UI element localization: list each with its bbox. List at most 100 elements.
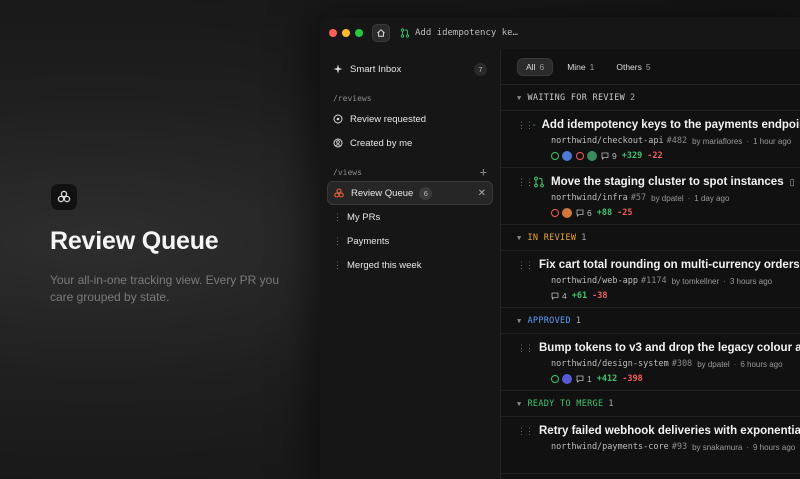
filter-count: 1 [589, 61, 595, 72]
drag-handle-icon[interactable]: ⋮⋮ [517, 426, 534, 437]
sidebar-item-smart-inbox[interactable]: Smart Inbox 7 [327, 57, 493, 81]
separator: · [746, 136, 749, 146]
group-label: WAITING FOR REVIEW [527, 92, 626, 103]
pr-repo: northwind/web-app [551, 276, 638, 286]
filter-label: Mine [567, 61, 586, 72]
close-view-icon[interactable]: ✕ [478, 188, 486, 199]
filter-mine[interactable]: Mine 1 [559, 59, 602, 75]
filter-others[interactable]: Others 5 [608, 59, 658, 75]
sidebar-item-review-requested[interactable]: Review requested [327, 107, 493, 131]
pr-title: Add idempotency keys to the payments end… [541, 119, 800, 131]
app-window: Add idempotency ke… Smart Inbox 7 /revie… [320, 17, 800, 479]
review-queue-icon [334, 188, 344, 198]
drag-handle-icon[interactable]: ⋮⋮ [517, 120, 534, 131]
pr-list-panel: All 6 Mine 1 Others 5 ▼ WAITING FOR REVIEW … [500, 49, 800, 479]
pr-number: #57 [630, 193, 647, 203]
sidebar: Smart Inbox 7 /reviews Review requested … [320, 49, 500, 479]
pull-request-icon [400, 28, 410, 38]
review-queue-count: 6 [419, 186, 433, 200]
pr-title: Bump tokens to v3 and drop the legacy co… [539, 342, 800, 354]
comment-count: 9 [601, 151, 617, 161]
filter-bar: All 6 Mine 1 Others 5 [501, 49, 800, 85]
drag-handle-icon[interactable]: ⋮⋮ [517, 177, 534, 188]
comment-icon [576, 375, 584, 383]
sidebar-item-label: Smart Inbox [350, 63, 402, 75]
group-header-in-review[interactable]: ▼ IN REVIEW 1 [501, 225, 800, 251]
close-window-button[interactable] [329, 29, 337, 37]
drag-handle-icon[interactable]: ⋮ [333, 260, 342, 271]
filter-label: Others [616, 61, 642, 72]
pr-time: 1 day ago [694, 193, 730, 203]
pr-number: #308 [671, 359, 693, 369]
additions: +329 [621, 151, 643, 161]
deletions: -398 [622, 374, 643, 384]
chevron-down-icon: ▼ [517, 233, 522, 242]
additions: +61 [571, 291, 588, 301]
pr-author: by dpatel [697, 359, 730, 369]
pull-request-icon [534, 176, 544, 188]
pr-row[interactable]: ⋮⋮ Fix cart total rounding on multi-curr… [501, 251, 800, 308]
avatar [562, 374, 572, 384]
pull-request-icon [533, 123, 536, 127]
pr-number: #93 [671, 442, 688, 452]
add-view-button[interactable]: + [480, 165, 487, 179]
pr-time: 6 hours ago [740, 359, 783, 369]
sidebar-item-label: Review requested [350, 113, 427, 125]
pr-time: 3 hours ago [729, 276, 773, 286]
comment-icon [601, 152, 609, 160]
pr-row[interactable]: ⋮⋮ Bump tokens to v3 and drop the legacy… [501, 334, 800, 391]
promo-title: Review Queue [50, 227, 219, 255]
comment-count-value: 9 [612, 151, 617, 161]
deletions: -38 [592, 291, 608, 301]
drag-handle-icon[interactable]: ⋮⋮ [517, 343, 534, 354]
sidebar-item-label: Review Queue [351, 187, 414, 199]
user-circle-icon [333, 138, 343, 148]
group-count: 1 [575, 315, 582, 326]
pr-time: 9 hours ago [752, 442, 796, 452]
drag-handle-icon[interactable]: ⋮ [333, 212, 342, 223]
separator: · [733, 359, 737, 369]
comment-count-value: 1 [587, 374, 592, 384]
group-header-approved[interactable]: ▼ APPROVED 1 [501, 308, 800, 334]
sidebar-item-merged-this-week[interactable]: ⋮ Merged this week [327, 253, 493, 277]
group-header-waiting[interactable]: ▼ WAITING FOR REVIEW 2 [501, 85, 800, 111]
pr-author: by snakamura [692, 442, 743, 452]
comment-count: 6 [576, 208, 592, 218]
pr-title: Fix cart total rounding on multi-currenc… [539, 259, 800, 271]
reviews-section-header: /reviews [327, 89, 493, 107]
pr-row[interactable]: ⋮⋮ Move the staging cluster to spot inst… [501, 168, 800, 225]
section-label: /reviews [333, 93, 372, 103]
maximize-window-button[interactable] [355, 29, 363, 37]
pr-number: #1174 [641, 276, 667, 286]
chevron-down-icon: ▼ [517, 399, 522, 408]
current-tab[interactable]: Add idempotency ke… [400, 28, 518, 38]
filter-count: 5 [645, 61, 651, 72]
drag-handle-icon[interactable]: ⋮⋮ [517, 260, 534, 271]
bookmark-icon[interactable]: ▯ [790, 177, 795, 188]
sidebar-item-my-prs[interactable]: ⋮ My PRs [327, 205, 493, 229]
pr-row[interactable]: ⋮⋮ Retry failed webhook deliveries with … [501, 417, 800, 474]
minimize-window-button[interactable] [342, 29, 350, 37]
promo-panel: Review Queue Your all-in-one tracking vi… [50, 183, 290, 306]
group-header-ready[interactable]: ▼ READY TO MERGE 1 [501, 391, 800, 417]
pr-row[interactable]: ⋮⋮ Add idempotency keys to the payments … [501, 111, 800, 168]
group-count: 2 [630, 92, 636, 103]
filter-all[interactable]: All 6 [517, 57, 554, 76]
sidebar-item-review-queue[interactable]: Review Queue 6 ✕ [327, 181, 493, 205]
pr-author: by tomkellner [671, 276, 720, 286]
group-count: 1 [608, 398, 614, 409]
pr-title: Move the staging cluster to spot instanc… [551, 176, 784, 188]
group-label: APPROVED [527, 315, 571, 326]
sidebar-item-created-by-me[interactable]: Created by me [327, 131, 493, 155]
sidebar-item-label: Created by me [350, 137, 413, 149]
filter-label: All [526, 61, 536, 72]
drag-handle-icon[interactable]: ⋮ [333, 236, 342, 247]
app-logo-icon [50, 183, 78, 211]
deletions: -22 [647, 151, 663, 161]
section-label: /views [333, 167, 362, 177]
promo-description: Your all-in-one tracking view. Every PR … [50, 273, 279, 304]
sidebar-item-payments[interactable]: ⋮ Payments [327, 229, 493, 253]
sidebar-item-label: Payments [347, 235, 390, 247]
home-button[interactable] [372, 24, 390, 42]
pr-time: 1 hour ago [753, 136, 792, 146]
